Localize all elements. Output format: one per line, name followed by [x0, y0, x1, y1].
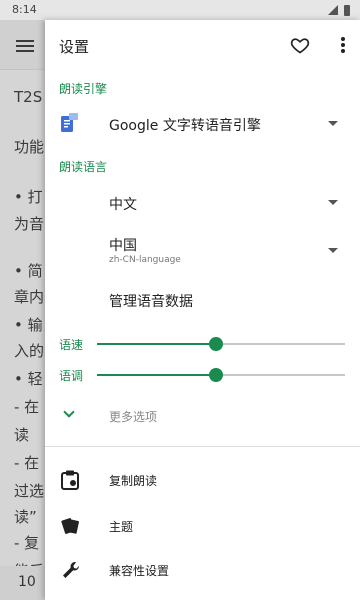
background-text-line: - 在 [14, 454, 40, 472]
more-options-label: 更多选项 [109, 410, 158, 424]
drawer-title: 设置 [59, 38, 90, 56]
pitch-slider[interactable] [97, 368, 345, 382]
background-text-line: 读 [14, 426, 30, 444]
background-text-line: • 打 [14, 188, 43, 206]
background-text-line: - 复 [14, 534, 40, 552]
copy-read-row[interactable]: 复制朗读 [45, 460, 360, 500]
more-options-row[interactable]: 更多选项 [45, 398, 360, 438]
speed-slider-thumb[interactable] [209, 337, 224, 351]
engine-dropdown-icon[interactable] [328, 121, 338, 126]
heart-icon[interactable] [290, 35, 310, 55]
manage-voice-data[interactable]: 管理语音数据 [109, 291, 193, 311]
background-text-line: 功能 [14, 138, 45, 156]
tts-engine-icon [61, 113, 78, 132]
background-text-line: 为音 [14, 215, 45, 233]
compat-label: 兼容性设置 [109, 564, 170, 578]
region-dropdown-icon[interactable] [328, 248, 338, 253]
engine-section-label: 朗读引擎 [59, 82, 108, 96]
status-time: 8:14 [12, 3, 37, 16]
theme-row[interactable]: 主题 [45, 506, 360, 546]
region-value: 中国 [109, 238, 137, 254]
background-text-line: • 输 [14, 316, 43, 334]
background-text-line: • 简 [14, 262, 43, 280]
palette-icon [61, 518, 79, 534]
pitch-slider-fill [97, 374, 217, 376]
clipboard-icon [61, 470, 79, 490]
divider [45, 446, 360, 447]
pitch-slider-thumb[interactable] [209, 368, 224, 382]
copy-read-label: 复制朗读 [109, 474, 158, 488]
more-vert-icon[interactable] [340, 37, 346, 53]
speed-label: 语速 [59, 338, 84, 352]
chevron-down-icon [63, 406, 75, 418]
pitch-label: 语调 [59, 369, 84, 383]
background-text-line: • 轻 [14, 370, 43, 388]
settings-drawer: 设置 朗读引擎 Google 文字转语音引擎 朗读语言 中文 中国 zh-CN-… [45, 20, 360, 600]
engine-value: Google 文字转语音引擎 [109, 118, 261, 134]
signal-icon [328, 5, 338, 15]
background-text-line: 过选 [14, 482, 45, 500]
background-text-line: 读” [14, 508, 37, 526]
background-text-line: 章内 [14, 288, 45, 306]
page-number: 10 [18, 574, 36, 590]
battery-icon [344, 5, 350, 16]
wrench-icon [63, 562, 79, 578]
drawer-header: 设置 [45, 20, 360, 70]
speed-slider-fill [97, 343, 217, 345]
speed-slider[interactable] [97, 337, 345, 351]
background-text-line: T2S [14, 88, 43, 106]
language-dropdown-icon[interactable] [328, 200, 338, 205]
background-text-line: 入的 [14, 342, 45, 360]
status-bar: 8:14 [0, 0, 360, 20]
theme-label: 主题 [109, 520, 134, 534]
menu-icon[interactable] [16, 40, 34, 52]
background-text-line: - 在 [14, 398, 40, 416]
language-value: 中文 [109, 197, 137, 213]
language-section-label: 朗读语言 [59, 160, 108, 174]
region-code: zh-CN-language [109, 255, 181, 265]
compat-row[interactable]: 兼容性设置 [45, 550, 360, 590]
